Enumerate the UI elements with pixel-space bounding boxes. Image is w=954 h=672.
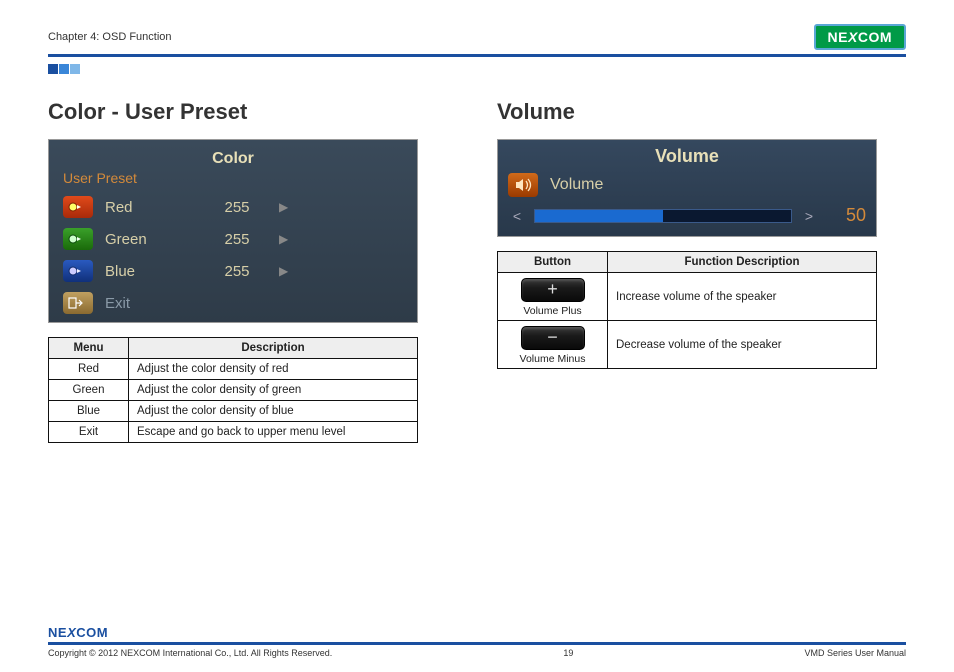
cell-desc: Escape and go back to upper menu level [129, 422, 418, 443]
osd-color-heading: Color [63, 150, 403, 168]
decorative-squares [48, 61, 906, 79]
less-than-icon: < [508, 208, 526, 224]
table-row: Exit Escape and go back to upper menu le… [49, 422, 418, 443]
cell-menu: Green [49, 380, 129, 401]
right-column: Volume Volume Volume < > 50 [497, 99, 906, 443]
cell-menu: Blue [49, 401, 129, 422]
chapter-label: Chapter 4: OSD Function [48, 31, 172, 43]
osd-red-value: 255 [207, 199, 267, 216]
cell-button: − Volume Minus [498, 321, 608, 369]
osd-color-screenshot: Color User Preset Red 255 ▶ Green 255 [48, 139, 418, 323]
button-caption: Volume Minus [520, 353, 586, 365]
osd-row-exit: Exit [63, 292, 403, 314]
osd-volume-screenshot: Volume Volume < > 50 [497, 139, 877, 237]
color-description-table: Menu Description Red Adjust the color de… [48, 337, 418, 443]
volume-minus-button-image: − [521, 326, 585, 350]
cell-menu: Red [49, 359, 129, 380]
footer-rule [48, 642, 906, 645]
osd-row-blue: Blue 255 ▶ [63, 260, 403, 282]
table-row: + Volume Plus Increase volume of the spe… [498, 273, 877, 321]
osd-green-label: Green [105, 231, 195, 248]
section-title-volume: Volume [497, 99, 906, 125]
table-header-description: Description [129, 338, 418, 359]
osd-blue-value: 255 [207, 263, 267, 280]
cell-button: + Volume Plus [498, 273, 608, 321]
osd-row-green: Green 255 ▶ [63, 228, 403, 250]
volume-bar-fill [535, 210, 663, 222]
osd-blue-label: Blue [105, 263, 195, 280]
cell-menu: Exit [49, 422, 129, 443]
greater-than-icon: > [800, 208, 818, 224]
volume-plus-button-image: + [521, 278, 585, 302]
page-number: 19 [563, 648, 573, 658]
button-caption: Volume Plus [523, 305, 581, 317]
cell-desc: Adjust the color density of red [129, 359, 418, 380]
volume-value: 50 [826, 205, 866, 226]
table-row: Green Adjust the color density of green [49, 380, 418, 401]
osd-volume-label: Volume [550, 176, 603, 194]
page-header: Chapter 4: OSD Function NEXCOM [48, 24, 906, 50]
brand-logo-top: NEXCOM [814, 24, 906, 50]
osd-row-red: Red 255 ▶ [63, 196, 403, 218]
osd-red-label: Red [105, 199, 195, 216]
exit-icon [63, 292, 93, 314]
table-header-button: Button [498, 252, 608, 273]
osd-color-subheading: User Preset [63, 170, 403, 186]
table-header-function: Function Description [608, 252, 877, 273]
volume-description-table: Button Function Description + Volume Plu… [497, 251, 877, 369]
arrow-right-icon: ▶ [279, 200, 288, 214]
section-title-color: Color - User Preset [48, 99, 457, 125]
red-icon [63, 196, 93, 218]
arrow-right-icon: ▶ [279, 264, 288, 278]
green-icon [63, 228, 93, 250]
page-footer: NEXCOM Copyright © 2012 NEXCOM Internati… [48, 625, 906, 658]
table-header-menu: Menu [49, 338, 129, 359]
blue-icon [63, 260, 93, 282]
copyright-text: Copyright © 2012 NEXCOM International Co… [48, 648, 332, 658]
header-rule [48, 54, 906, 57]
table-row: Red Adjust the color density of red [49, 359, 418, 380]
osd-exit-label: Exit [105, 295, 195, 312]
speaker-icon [508, 173, 538, 197]
volume-bar [534, 209, 792, 223]
brand-logo-bottom: NEXCOM [48, 625, 906, 640]
cell-desc: Decrease volume of the speaker [608, 321, 877, 369]
osd-green-value: 255 [207, 231, 267, 248]
table-row: Blue Adjust the color density of blue [49, 401, 418, 422]
arrow-right-icon: ▶ [279, 232, 288, 246]
cell-desc: Increase volume of the speaker [608, 273, 877, 321]
cell-desc: Adjust the color density of blue [129, 401, 418, 422]
left-column: Color - User Preset Color User Preset Re… [48, 99, 457, 443]
cell-desc: Adjust the color density of green [129, 380, 418, 401]
osd-volume-heading: Volume [508, 146, 866, 167]
manual-title: VMD Series User Manual [804, 648, 906, 658]
table-row: − Volume Minus Decrease volume of the sp… [498, 321, 877, 369]
